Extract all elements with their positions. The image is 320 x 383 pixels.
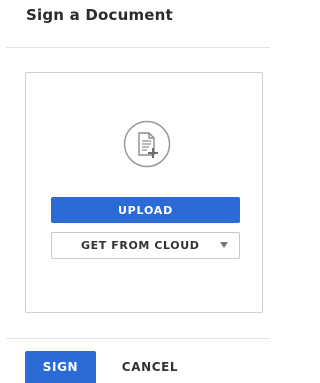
- caret-down-icon: [220, 242, 228, 248]
- upload-button[interactable]: UPLOAD: [51, 197, 240, 223]
- footer-divider: [6, 338, 270, 339]
- document-dropzone[interactable]: UPLOAD GET FROM CLOUD: [25, 72, 263, 313]
- add-document-icon: [123, 120, 171, 168]
- dialog-title: Sign a Document: [26, 6, 173, 24]
- get-from-cloud-label: GET FROM CLOUD: [81, 239, 200, 252]
- get-from-cloud-select[interactable]: GET FROM CLOUD: [51, 232, 240, 259]
- header-divider: [6, 47, 270, 48]
- sign-document-dialog: Sign a Document UPLOAD GET FROM CLOUD SI…: [0, 0, 270, 383]
- sign-button[interactable]: SIGN: [25, 351, 96, 383]
- cancel-button[interactable]: CANCEL: [107, 351, 193, 383]
